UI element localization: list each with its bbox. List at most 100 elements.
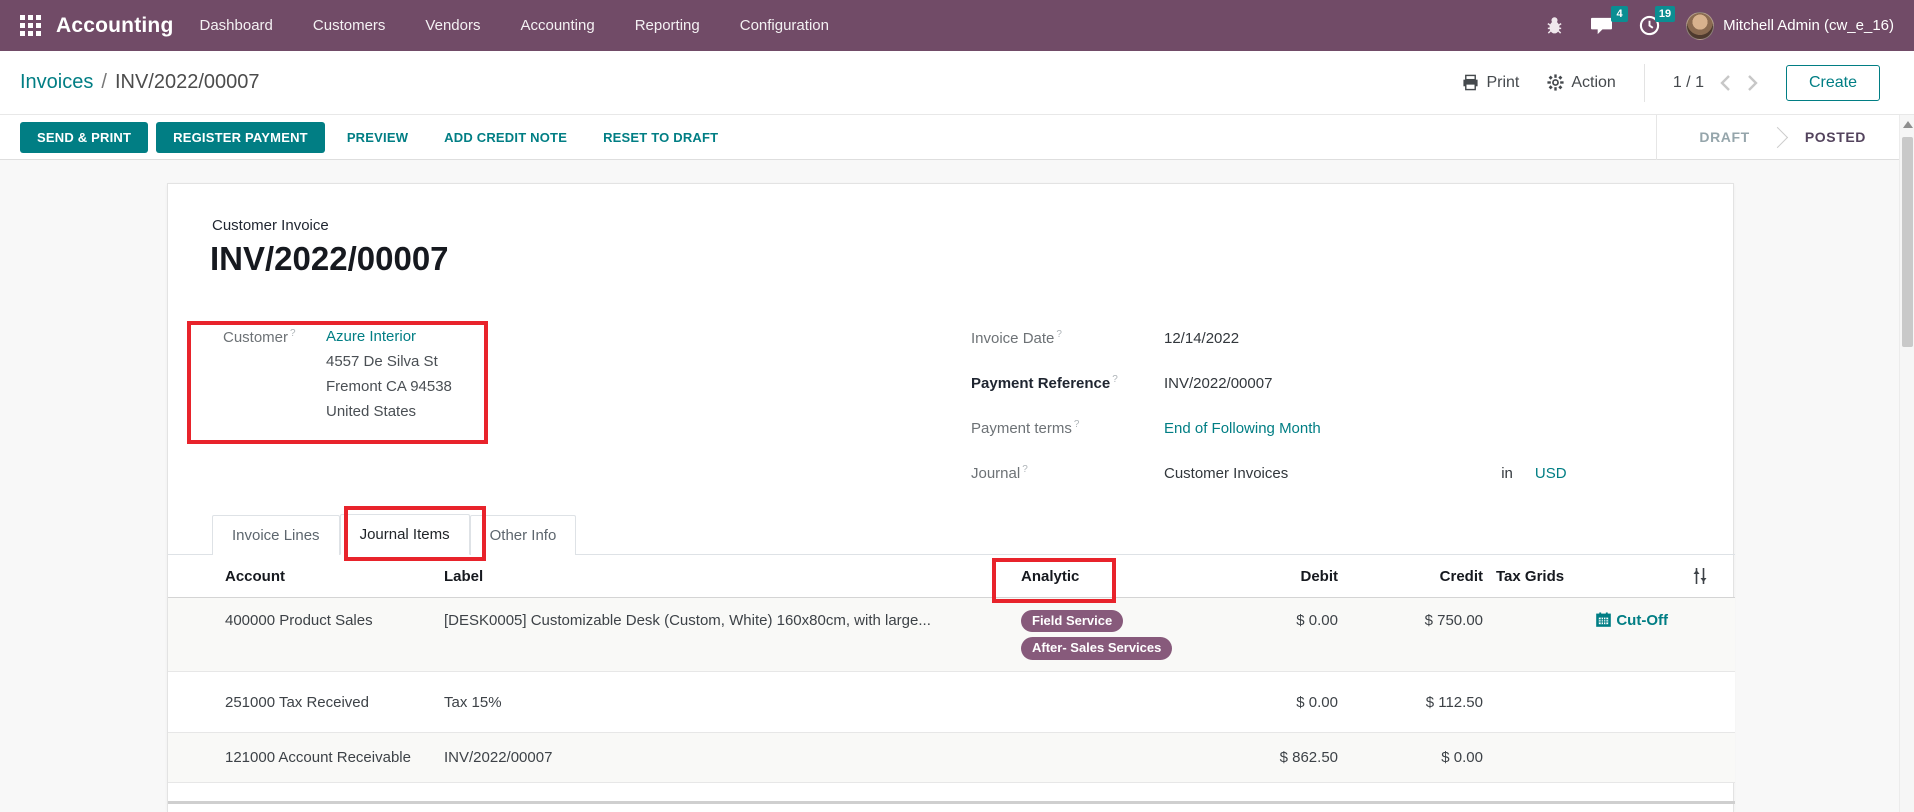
help-marker: ?	[1074, 419, 1080, 430]
register-payment-button[interactable]: REGISTER PAYMENT	[156, 122, 325, 153]
menu-accounting[interactable]: Accounting	[520, 17, 594, 34]
journal-items-table: Account Label Analytic Debit Credit Tax …	[168, 555, 1735, 783]
menu-customers[interactable]: Customers	[313, 17, 386, 34]
user-name: Mitchell Admin (cw_e_16)	[1723, 17, 1894, 34]
help-marker: ?	[1056, 329, 1062, 340]
avatar	[1686, 12, 1714, 40]
divider	[1644, 64, 1645, 102]
top-nav: Accounting Dashboard Customers Vendors A…	[0, 0, 1914, 51]
customer-field-label: Customer	[223, 329, 288, 346]
debug-bug-icon[interactable]	[1545, 16, 1564, 35]
help-marker: ?	[290, 328, 296, 339]
cell-analytic: Field Service After- Sales Services	[1021, 598, 1261, 671]
cell-account: 251000 Tax Received	[168, 694, 444, 711]
cell-label: INV/2022/00007	[444, 749, 1021, 766]
menu-reporting[interactable]: Reporting	[635, 17, 700, 34]
vertical-scrollbar[interactable]	[1899, 115, 1914, 812]
state-draft[interactable]: DRAFT	[1685, 129, 1763, 145]
col-header-debit[interactable]: Debit	[1261, 568, 1338, 585]
table-options-icon[interactable]	[1691, 567, 1709, 585]
customer-address-line: Fremont CA 94538	[326, 378, 452, 395]
send-print-button[interactable]: SEND & PRINT	[20, 122, 148, 153]
cell-debit: $ 0.00	[1261, 694, 1338, 711]
action-button[interactable]: Action	[1547, 74, 1615, 92]
col-header-credit[interactable]: Credit	[1338, 568, 1483, 585]
analytic-tag[interactable]: Field Service	[1021, 610, 1123, 632]
breadcrumb-invoices[interactable]: Invoices	[20, 71, 93, 94]
col-header-analytic[interactable]: Analytic	[1021, 568, 1261, 585]
document-type-label: Customer Invoice	[212, 217, 329, 234]
menu-configuration[interactable]: Configuration	[740, 17, 829, 34]
apps-grid-icon[interactable]	[14, 9, 48, 43]
journal-currency-link[interactable]: USD	[1535, 465, 1567, 482]
action-label: Action	[1571, 74, 1615, 92]
cell-account: 400000 Product Sales	[168, 598, 444, 671]
activities-badge: 19	[1655, 6, 1675, 22]
tax-grid-link[interactable]: Cut-Off	[1596, 612, 1668, 671]
table-row[interactable]: 400000 Product Sales [DESK0005] Customiz…	[168, 598, 1735, 672]
tab-other-info[interactable]: Other Info	[470, 515, 577, 555]
customer-block: Customer? Azure Interior 4557 De Silva S…	[223, 328, 452, 420]
printer-icon	[1462, 74, 1479, 91]
customer-address-line: United States	[326, 403, 452, 420]
customer-name-link[interactable]: Azure Interior	[326, 328, 452, 345]
col-header-label[interactable]: Label	[444, 568, 1021, 585]
state-posted[interactable]: POSTED	[1791, 129, 1880, 145]
reset-to-draft-button[interactable]: RESET TO DRAFT	[589, 122, 732, 153]
pager-counter: 1 / 1	[1673, 74, 1704, 92]
invoice-date-label: Invoice Date	[971, 330, 1054, 347]
payment-terms-value[interactable]: End of Following Month	[1164, 420, 1321, 437]
payment-terms-label: Payment terms	[971, 420, 1072, 437]
invoice-details: Invoice Date? 12/14/2022 Payment Referen…	[971, 326, 1691, 506]
col-header-tax-grids[interactable]: Tax Grids	[1483, 568, 1676, 585]
payment-reference-value[interactable]: INV/2022/00007	[1164, 375, 1272, 392]
invoice-sheet: Customer Invoice INV/2022/00007 Customer…	[167, 183, 1734, 812]
messages-icon[interactable]: 4	[1590, 15, 1613, 36]
user-menu[interactable]: Mitchell Admin (cw_e_16)	[1686, 12, 1894, 40]
journal-label: Journal	[971, 465, 1020, 482]
scroll-up-icon[interactable]	[1903, 121, 1913, 128]
messages-badge: 4	[1611, 6, 1628, 22]
help-marker: ?	[1022, 464, 1028, 475]
invoice-date-value[interactable]: 12/14/2022	[1164, 330, 1239, 347]
table-header-row: Account Label Analytic Debit Credit Tax …	[168, 555, 1735, 598]
analytic-tag[interactable]: After- Sales Services	[1021, 637, 1172, 659]
breadcrumb-separator: /	[101, 71, 107, 94]
table-row[interactable]: 121000 Account Receivable INV/2022/00007…	[168, 733, 1735, 783]
section-divider	[168, 801, 1735, 804]
app-title: Accounting	[56, 14, 174, 38]
top-menu: Dashboard Customers Vendors Accounting R…	[200, 17, 829, 34]
gear-icon	[1547, 74, 1564, 91]
pager-prev-icon[interactable]	[1720, 74, 1731, 92]
menu-dashboard[interactable]: Dashboard	[200, 17, 273, 34]
add-credit-note-button[interactable]: ADD CREDIT NOTE	[430, 122, 581, 153]
cell-label: [DESK0005] Customizable Desk (Custom, Wh…	[444, 598, 1021, 671]
cell-debit: $ 862.50	[1261, 749, 1338, 766]
payment-reference-label: Payment Reference	[971, 375, 1110, 392]
state-arrow-icon	[1767, 126, 1788, 147]
help-marker: ?	[1112, 374, 1118, 385]
activities-clock-icon[interactable]: 19	[1639, 15, 1660, 36]
breadcrumb-current: INV/2022/00007	[115, 71, 260, 94]
print-label: Print	[1486, 74, 1519, 92]
invoice-number: INV/2022/00007	[210, 240, 449, 278]
cell-account: 121000 Account Receivable	[168, 749, 444, 766]
tab-journal-items[interactable]: Journal Items	[340, 514, 470, 555]
table-row[interactable]: 251000 Tax Received Tax 15% $ 0.00 $ 112…	[168, 672, 1735, 733]
cell-credit: $ 750.00	[1338, 598, 1483, 671]
cell-label: Tax 15%	[444, 694, 1021, 711]
tax-grid-label: Cut-Off	[1616, 612, 1668, 629]
create-button[interactable]: Create	[1786, 65, 1880, 101]
menu-vendors[interactable]: Vendors	[425, 17, 480, 34]
pager: 1 / 1	[1673, 74, 1758, 92]
pager-next-icon[interactable]	[1747, 74, 1758, 92]
breadcrumb: Invoices / INV/2022/00007	[20, 71, 260, 94]
print-button[interactable]: Print	[1462, 74, 1519, 92]
state-widget: DRAFT POSTED	[1656, 115, 1880, 160]
statusbar: SEND & PRINT REGISTER PAYMENT PREVIEW AD…	[0, 115, 1914, 160]
preview-button[interactable]: PREVIEW	[333, 122, 422, 153]
col-header-account[interactable]: Account	[168, 568, 444, 585]
scrollbar-thumb[interactable]	[1902, 137, 1913, 347]
journal-value[interactable]: Customer Invoices	[1164, 465, 1288, 482]
tab-invoice-lines[interactable]: Invoice Lines	[212, 515, 340, 555]
